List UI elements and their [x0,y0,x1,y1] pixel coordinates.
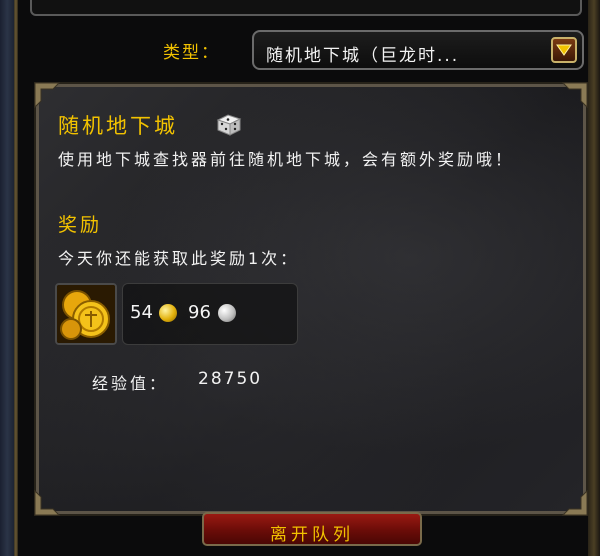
xp-value: 28750 [198,369,263,389]
dungeon-type-dropdown[interactable]: 随机地下城（巨龙时... [252,30,584,70]
leave-queue-label: 离开队列 [270,525,354,545]
xp-label: 经验值： [92,374,169,393]
rewards-title: 奖励 [58,214,103,236]
dropdown-button[interactable] [551,37,577,63]
dropdown-value: 随机地下城（巨龙时... [266,46,460,66]
silver-amount: 96 [188,302,211,323]
leave-queue-button[interactable]: 离开队列 [202,512,422,546]
frame-right [588,0,600,556]
panel-corner-ornament [34,489,61,516]
dropdown-arrow-icon [556,44,572,56]
dungeon-title: 随机地下城 [58,114,178,138]
dice-icon [216,114,242,136]
rewards-limit-text: 今天你还能获取此奖励1次： [58,249,300,268]
reward-item-slot[interactable] [55,283,117,345]
gold-coin-icon [159,304,177,322]
panel-corner-ornament [561,82,588,109]
panel-corner-ornament [34,82,61,109]
panel-corner-ornament [561,489,588,516]
top-panel [30,0,582,16]
frame-left [0,0,18,556]
dungeon-description: 使用地下城查找器前往随机地下城，会有额外奖励哦！ [58,150,515,169]
silver-coin-icon [218,304,236,322]
gold-coins-icon [57,285,115,343]
gold-amount: 54 [130,302,153,323]
type-label: 类型： [163,43,220,63]
